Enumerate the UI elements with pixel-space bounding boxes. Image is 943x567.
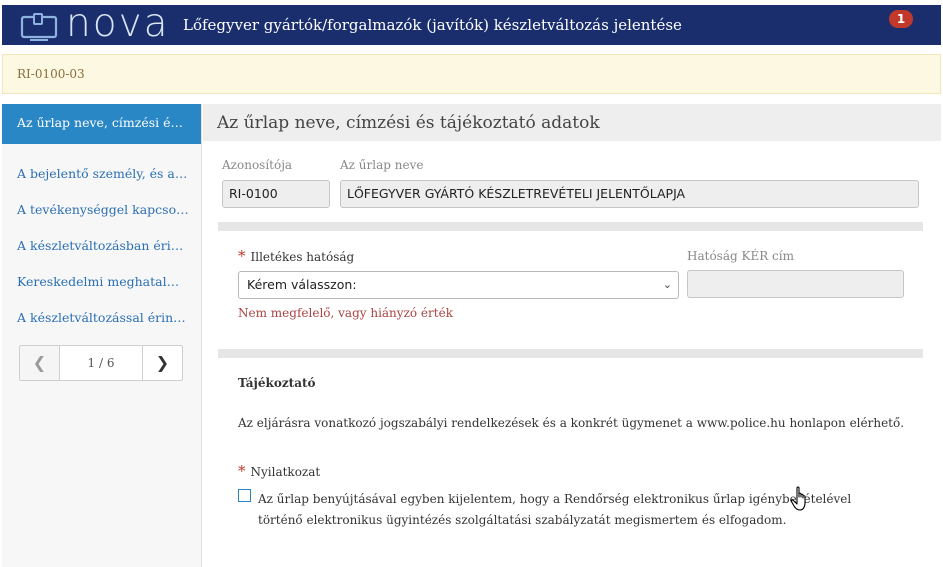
form-name-label: Az űrlap neve <box>340 158 424 172</box>
section-header: Az űrlap neve, címzési és tájékoztató ad… <box>203 104 941 141</box>
info-title: Tájékoztató <box>238 376 316 390</box>
required-marker: * <box>238 462 246 480</box>
declaration-checkbox[interactable] <box>238 489 251 502</box>
form-code-bar: RI-0100-03 <box>2 54 941 94</box>
ker-label: Hatóság KÉR cím <box>687 249 794 263</box>
declaration-text[interactable]: Az űrlap benyújtásával egyben kijelentem… <box>258 489 858 531</box>
ker-address-field <box>687 270 904 298</box>
pager: ❮ 1 / 6 ❯ <box>19 345 183 381</box>
info-text: Az eljárásra vonatkozó jogszabályi rende… <box>238 416 905 430</box>
hand-cursor-icon <box>790 486 806 511</box>
chevron-left-icon[interactable]: ❮ <box>20 346 60 380</box>
declaration-label-text: Nyilatkozat <box>250 465 321 479</box>
chevron-right-icon[interactable]: ❯ <box>142 346 182 380</box>
chevron-down-icon: ⌄ <box>662 278 672 291</box>
authority-select[interactable]: Kérem válasszon: ⌄ <box>238 271 679 299</box>
sidebar-nav: Az űrlap neve, címzési és táj… A bejelen… <box>2 104 202 567</box>
id-label: Azonosítója <box>222 158 293 172</box>
page-indicator: 1 / 6 <box>87 356 115 370</box>
authority-selected-value: Kérem válasszon: <box>247 277 357 292</box>
required-marker: * <box>238 247 246 265</box>
form-name-field: LŐFEGYVER GYÁRTÓ KÉSZLETREVÉTELI JELENTŐ… <box>340 180 919 208</box>
monitor-logo-icon <box>20 13 58 41</box>
page-title: Lőfegyver gyártók/forgalmazók (javítók) … <box>183 16 682 34</box>
sidebar-item-affected-items[interactable]: A készletváltozással érintett … <box>2 300 201 336</box>
divider <box>218 222 923 231</box>
authority-error-message: Nem megfelelő, vagy hiányzó érték <box>238 306 453 320</box>
sidebar-item-commercial-authorization[interactable]: Kereskedelmi meghatalmazo… <box>2 264 201 300</box>
sidebar-item-stock-change[interactable]: A készletváltozásban érintett… <box>2 228 201 264</box>
authority-label-text: Illetékes hatóság <box>250 250 355 264</box>
sidebar-item-form-name[interactable]: Az űrlap neve, címzési és táj… <box>2 104 201 144</box>
id-field: RI-0100 <box>222 180 330 208</box>
logo-text: nova <box>66 1 170 46</box>
notification-badge[interactable]: 1 <box>889 10 913 28</box>
app-header: nova Lőfegyver gyártók/forgalmazók (javí… <box>2 1 941 46</box>
declaration-label: * Nyilatkozat <box>238 462 320 480</box>
authority-label: * Illetékes hatóság <box>238 247 354 265</box>
section-title: Az űrlap neve, címzési és tájékoztató ad… <box>217 113 600 133</box>
sidebar-item-reporter[interactable]: A bejelentő személy, és a bej… <box>2 156 201 192</box>
divider <box>218 349 923 358</box>
form-code: RI-0100-03 <box>17 67 85 81</box>
sidebar-item-activity[interactable]: A tevékenységgel kapcsolato… <box>2 192 201 228</box>
